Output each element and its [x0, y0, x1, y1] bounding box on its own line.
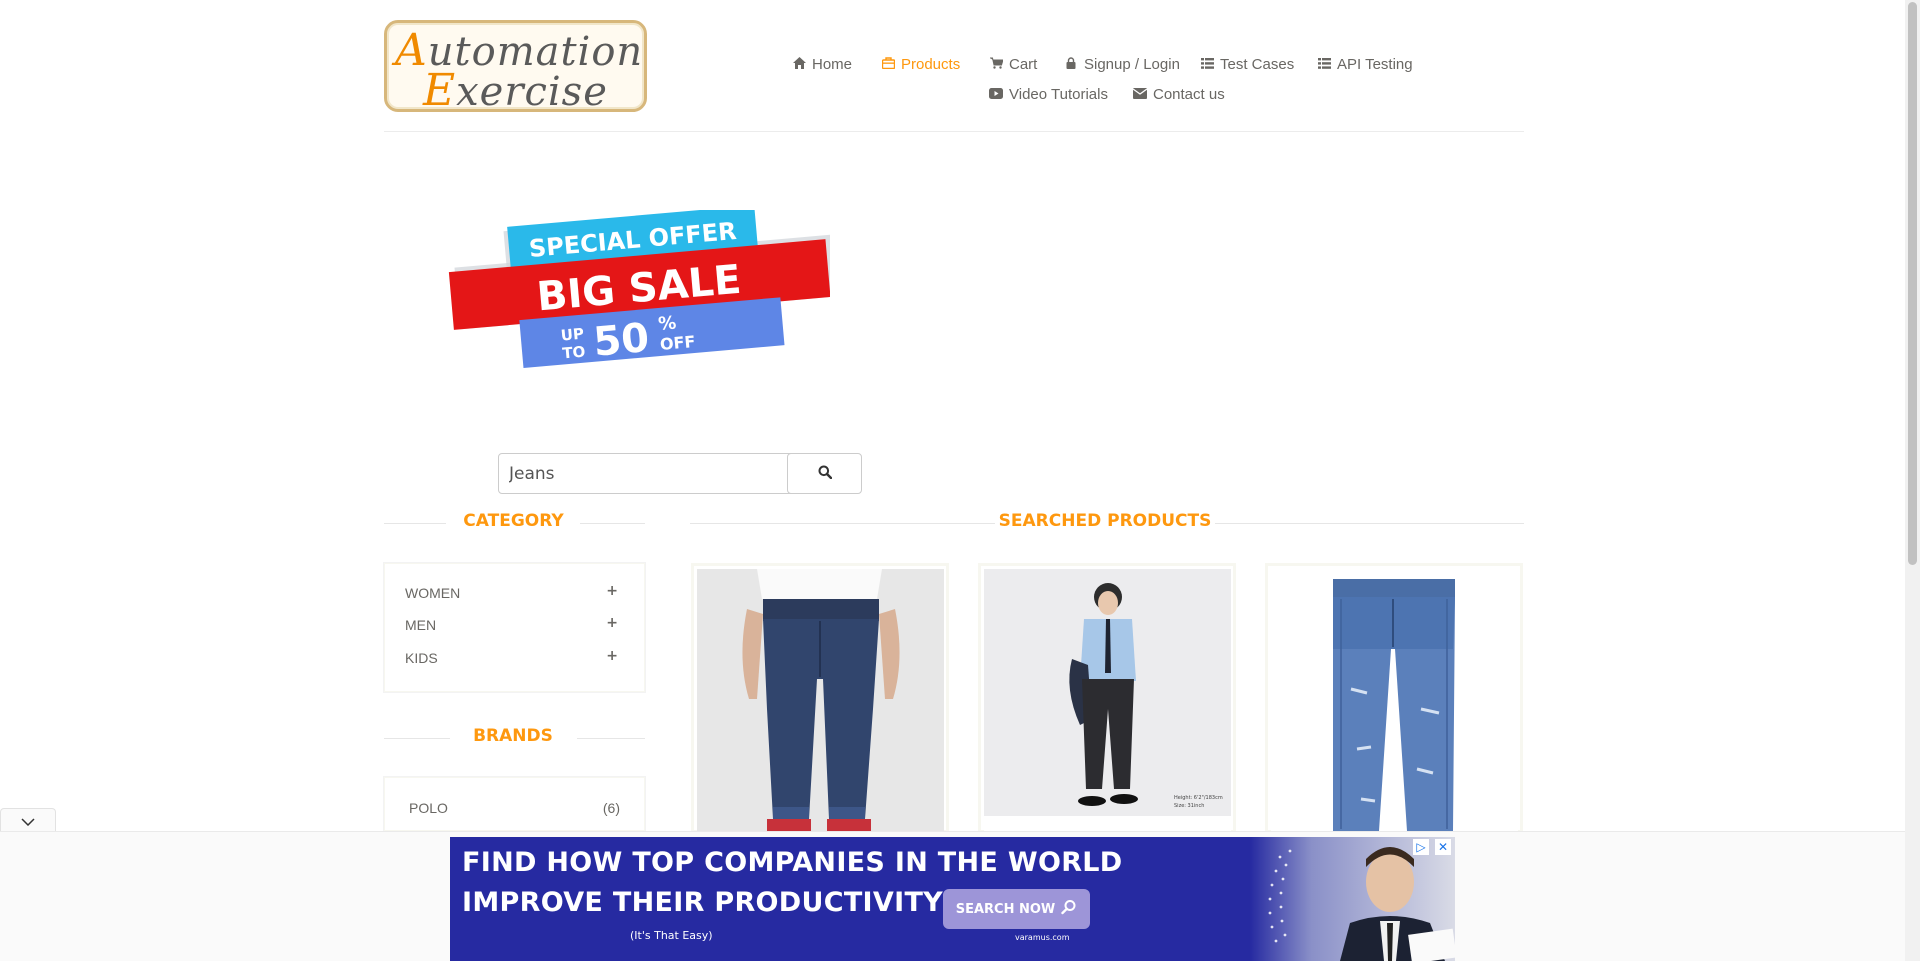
nav-signup-login[interactable]: Signup / Login: [1064, 56, 1180, 73]
plus-icon[interactable]: +: [606, 648, 618, 664]
nav-cart[interactable]: Cart: [989, 56, 1037, 73]
ad-headline-1: FIND HOW TOP COMPANIES IN THE WORLD: [462, 847, 1123, 878]
logo-line-2: Exercise: [423, 65, 608, 116]
search-button[interactable]: [787, 453, 862, 494]
cart-icon: [989, 57, 1004, 72]
products-title-line-left: [690, 523, 995, 524]
product-card[interactable]: Height: 6'2"/183cm Size: 31inch: [978, 563, 1236, 833]
banner-to: TO: [562, 343, 586, 363]
category-kids[interactable]: KIDS: [405, 650, 438, 666]
banner-percent: 50: [592, 315, 651, 366]
product-card[interactable]: [1265, 563, 1523, 833]
envelope-icon: [1132, 87, 1148, 102]
site-logo[interactable]: Automation Exercise: [384, 20, 647, 116]
products-title-line-right: [1215, 523, 1524, 524]
category-panel: WOMEN + MEN + KIDS +: [384, 563, 645, 692]
category-women[interactable]: WOMEN: [405, 585, 460, 601]
home-icon: [792, 57, 806, 72]
nav-video-tutorials[interactable]: Video Tutorials: [989, 86, 1108, 103]
brands-title-line-left: [384, 738, 450, 739]
searched-products-title: SEARCHED PRODUCTS: [998, 511, 1212, 531]
ad-choices-icon[interactable]: ▷: [1413, 839, 1429, 855]
close-icon[interactable]: ✕: [1435, 839, 1451, 855]
list-icon: [1317, 57, 1331, 72]
brands-title-line-right: [577, 738, 645, 739]
scrollbar-thumb[interactable]: [1908, 2, 1917, 565]
sale-banner: SPECIAL OFFER BIG SALE UP TO 50 % OFF: [440, 205, 839, 390]
category-title: CATEGORY: [463, 511, 564, 531]
ad-headline-2: IMPROVE THEIR PRODUCTIVITY: [462, 887, 944, 918]
brand-polo[interactable]: POLO: [409, 800, 448, 816]
brand-polo-count: (6): [602, 800, 620, 816]
category-title-line-right: [580, 523, 645, 524]
banner-off: OFF: [659, 332, 696, 354]
search-input[interactable]: [498, 453, 791, 494]
search-icon: [1061, 899, 1077, 919]
nav-home[interactable]: Home: [792, 56, 852, 73]
brands-title: BRANDS: [473, 726, 553, 746]
product-image-ripped-jeans: [1271, 569, 1518, 831]
ad-subtext: (It's That Easy): [630, 929, 713, 942]
header-divider: [384, 131, 1524, 132]
ad-controls: ▷ ✕: [1413, 839, 1451, 855]
svg-text:Height: 6'2"/183cm: Height: 6'2"/183cm: [1174, 795, 1223, 801]
list-icon: [1200, 57, 1214, 72]
youtube-play-icon: [989, 87, 1003, 102]
chevron-down-icon: [21, 811, 35, 830]
banner-pct-sign: %: [657, 313, 677, 335]
page-scrollbar[interactable]: [1905, 0, 1920, 961]
advertisement[interactable]: FIND HOW TOP COMPANIES IN THE WORLD IMPR…: [450, 837, 1455, 961]
plus-icon[interactable]: +: [606, 615, 618, 631]
product-image-man-suit: Height: 6'2"/183cm Size: 31inch: [984, 569, 1231, 831]
ad-collapse-toggle[interactable]: [0, 808, 56, 832]
category-title-line-left: [384, 523, 446, 524]
shopping-bag-icon: [881, 57, 895, 72]
nav-test-cases[interactable]: Test Cases: [1200, 56, 1294, 73]
category-men[interactable]: MEN: [405, 617, 436, 633]
brands-panel: POLO (6): [384, 777, 645, 831]
plus-icon[interactable]: +: [606, 583, 618, 599]
nav-products[interactable]: Products: [881, 56, 960, 73]
product-image-jeans-front: [697, 569, 944, 831]
lock-icon: [1064, 57, 1078, 72]
ad-brand: varamus.com: [1015, 933, 1070, 942]
svg-text:Size: 31inch: Size: 31inch: [1174, 803, 1204, 809]
ad-image-businessman: [1250, 837, 1455, 961]
ad-search-now-button[interactable]: SEARCH NOW: [943, 889, 1090, 929]
product-card[interactable]: [691, 563, 949, 833]
nav-api-testing[interactable]: API Testing: [1317, 56, 1413, 73]
nav-contact-us[interactable]: Contact us: [1132, 86, 1225, 103]
banner-up: UP: [560, 325, 585, 345]
search-icon: [818, 464, 832, 483]
